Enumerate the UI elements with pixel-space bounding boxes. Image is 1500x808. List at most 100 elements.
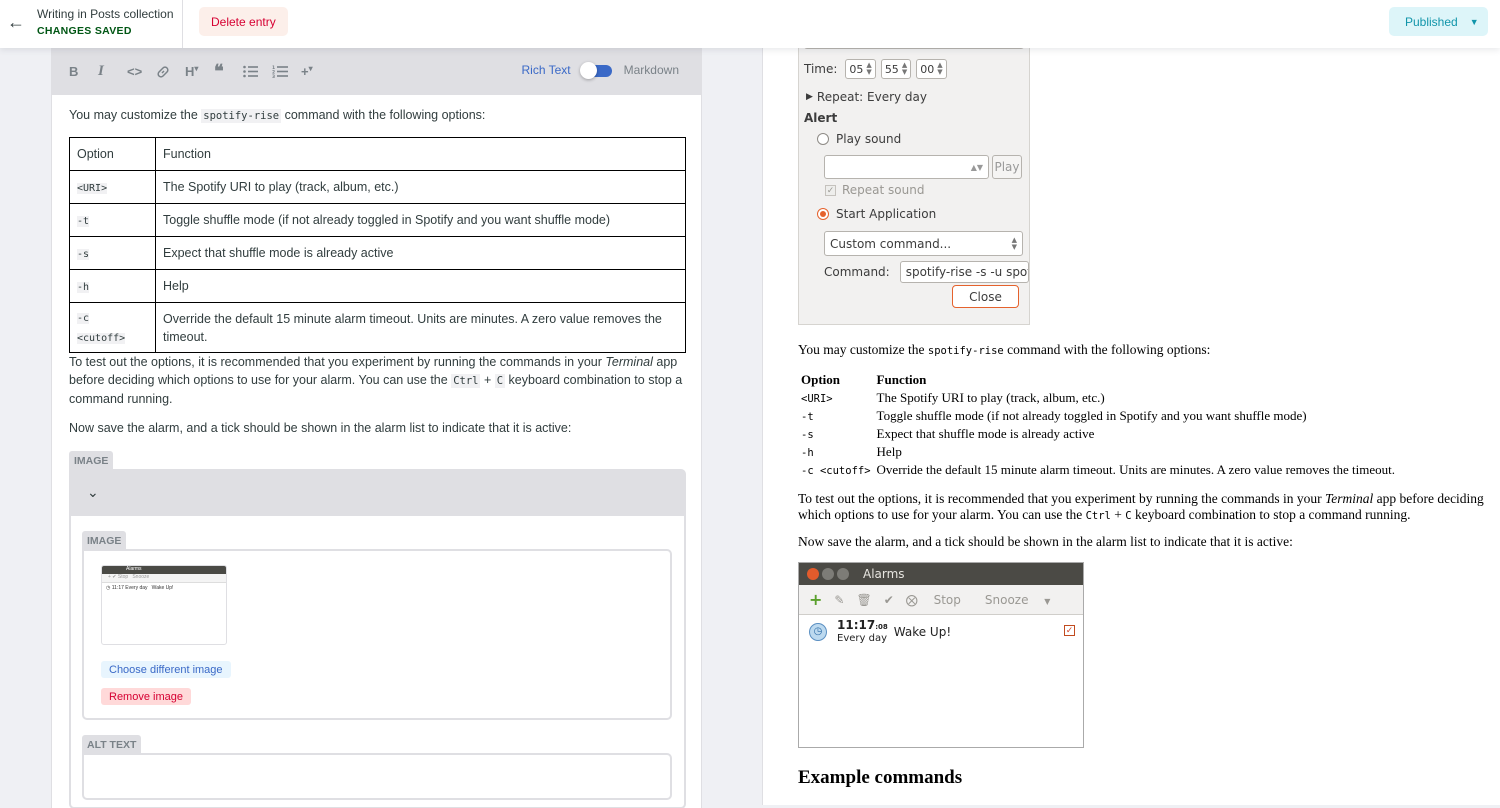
alt-text-input[interactable] — [82, 753, 672, 800]
maximize-window-icon — [837, 568, 849, 580]
sound-select[interactable]: ▲▼ — [824, 155, 989, 179]
chevron-down-icon[interactable]: ⌄ — [87, 484, 99, 501]
alarm-name: Wake Up! — [893, 624, 952, 639]
table-header-row: Option Function — [798, 371, 1398, 389]
function-cell: The Spotify URI to play (track, album, e… — [155, 170, 686, 204]
command-label: Command: — [824, 265, 890, 279]
function-cell: Help — [876, 444, 902, 459]
code-icon[interactable]: <> — [127, 64, 156, 79]
publish-status-button[interactable]: Published ▼ — [1389, 7, 1488, 36]
function-cell: Override the default 15 minute alarm tim… — [876, 462, 1395, 477]
seconds-spinner[interactable]: 00 ▲ ▼ — [916, 59, 947, 79]
table-row: -h Help — [798, 443, 1398, 461]
table-header-row: Option Function — [69, 137, 686, 171]
alarms-title: Alarms — [863, 567, 905, 581]
choose-image-button[interactable]: Choose different image — [101, 661, 231, 678]
function-cell: Help — [155, 269, 686, 303]
save-status: CHANGES SAVED — [37, 25, 132, 37]
alt-text-label: ALT TEXT — [82, 735, 142, 754]
add-icon: + — [809, 590, 823, 609]
quote-icon[interactable]: ❝ — [214, 61, 243, 82]
play-sound-option[interactable]: Play sound — [817, 132, 901, 146]
option-cell: -t — [69, 203, 156, 237]
option-cell: -c <cutoff> — [69, 302, 156, 353]
command-type-select[interactable]: Custom command... ▲ ▼ — [824, 231, 1023, 256]
function-cell: Expect that shuffle mode is already acti… — [876, 426, 1095, 441]
body-editor: B I <> H ▾ ❝ 123 + ▾ Rich Text Markdown Yo… — [51, 48, 702, 808]
option-cell: <URI> — [69, 170, 156, 204]
command-input[interactable]: spotify-rise -s -u spotif — [899, 261, 1029, 283]
table-row: <URI> The Spotify URI to play (track, alb… — [798, 389, 1398, 407]
option-cell: -s — [801, 429, 814, 441]
numbered-list-icon[interactable]: 123 — [272, 65, 301, 78]
hours-spinner[interactable]: 05 ▲ ▼ — [845, 59, 876, 79]
function-cell: The Spotify URI to play (track, album, e… — [876, 390, 1105, 405]
bold-icon[interactable]: B — [69, 64, 98, 79]
date-field — [804, 48, 1024, 49]
italic-icon[interactable]: I — [98, 63, 127, 80]
checkmark-icon: ✔ — [883, 592, 894, 607]
function-cell: Override the default 15 minute alarm tim… — [155, 302, 686, 353]
thumb-row: ◷ 11:17 Every day Wake Up! — [106, 585, 174, 591]
thumb-toolbar: + ✔ Stop Snooze — [102, 574, 226, 583]
options-table: Option Function <URI> The Spotify URI to… — [69, 137, 686, 353]
minimize-window-icon — [822, 568, 834, 580]
option-cell: -h — [69, 269, 156, 303]
alert-heading: Alert — [804, 111, 838, 125]
mode-toggle[interactable] — [579, 62, 612, 79]
save-paragraph: Now save the alarm, and a tick should be… — [69, 421, 572, 435]
remove-image-button[interactable]: Remove image — [101, 688, 191, 705]
close-button[interactable]: Close — [952, 285, 1019, 308]
table-row: -c <cutoff> Override the default 15 minut… — [69, 302, 686, 353]
close-window-icon — [807, 568, 819, 580]
heading-icon[interactable]: H ▾ — [185, 64, 214, 79]
link-icon[interactable] — [156, 65, 185, 79]
preview-intro: You may customize the spotify-rise comma… — [798, 342, 1211, 357]
table-row: -c <cutoff> Override the default 15 minut… — [798, 461, 1398, 479]
top-bar: ← Writing in Posts collection CHANGES SA… — [0, 0, 1500, 48]
minutes-spinner[interactable]: 55 ▲ ▼ — [880, 59, 912, 79]
alarms-window-screenshot: Alarms + ✎ 🗑 ✔ ⨂ Stop Snooze ▼ ◷ 11:17:0… — [798, 562, 1084, 748]
stop-button: ⨂ Stop — [905, 592, 961, 607]
image-block-label: IMAGE — [69, 451, 114, 470]
table-header-cell: Option — [801, 372, 841, 387]
repeat-expander[interactable]: ▶ Repeat: Every day — [806, 90, 927, 104]
intro-paragraph: You may customize the spotify-rise comma… — [69, 108, 486, 123]
play-button[interactable]: Play — [992, 155, 1022, 179]
entry-title-block: Writing in Posts collection CHANGES SAVE… — [37, 7, 174, 37]
image-thumbnail: Alarms + ✔ Stop Snooze ◷ 11:17 Every day… — [101, 565, 227, 645]
preview-pane: Time: 05 ▲ ▼ 55 ▲ ▼ 00 ▲ ▼ ▶ Repeat: Every day… — [762, 48, 1500, 805]
example-commands-heading: Example commands — [798, 767, 963, 788]
start-application-option[interactable]: Start Application — [817, 207, 936, 221]
table-row: -s Expect that shuffle mode is already a… — [69, 236, 686, 270]
caret-down-icon: ▼ — [1469, 16, 1479, 27]
delete-entry-button[interactable]: Delete entry — [199, 7, 288, 36]
checkbox-icon: ✓ — [825, 184, 836, 196]
image-block-header[interactable]: ⌄ — [71, 471, 684, 516]
svg-text:3: 3 — [272, 74, 275, 78]
alarms-toolbar: + ✎ 🗑 ✔ ⨂ Stop Snooze ▼ — [799, 585, 1083, 615]
rich-text-label: Rich Text — [521, 63, 571, 77]
trash-icon: 🗑 — [856, 592, 872, 607]
test-paragraph: To test out the options, it is recommend… — [69, 355, 683, 406]
spinner-arrows-icon: ▲ ▼ — [1011, 235, 1017, 251]
stop-circle-icon: ⨂ — [905, 592, 918, 607]
play-sound-label: Play sound — [836, 132, 902, 146]
table-row: <URI> The Spotify URI to play (track, al… — [69, 170, 686, 204]
editor-mode-switch: Rich Text Markdown — [521, 62, 679, 79]
add-component-icon[interactable]: + ▾ — [301, 64, 330, 79]
bulleted-list-icon[interactable] — [243, 65, 272, 78]
option-cell: -c <cutoff> — [801, 465, 871, 477]
option-cell: -h — [801, 447, 814, 459]
markdown-label: Markdown — [623, 63, 679, 77]
option-cell: -t — [801, 411, 814, 423]
repeat-label: Repeat: Every day — [816, 90, 928, 104]
back-arrow-icon[interactable]: ← — [4, 10, 28, 34]
collection-title: Writing in Posts collection — [37, 7, 174, 21]
table-header-cell: Function — [155, 137, 686, 171]
radio-selected-icon — [817, 208, 829, 220]
time-row: Time: 05 ▲ ▼ 55 ▲ ▼ 00 ▲ ▼ — [804, 59, 952, 79]
option-cell: -s — [69, 236, 156, 270]
repeat-sound-option[interactable]: ✓ Repeat sound — [825, 183, 924, 197]
image-field-label: IMAGE — [82, 531, 127, 550]
